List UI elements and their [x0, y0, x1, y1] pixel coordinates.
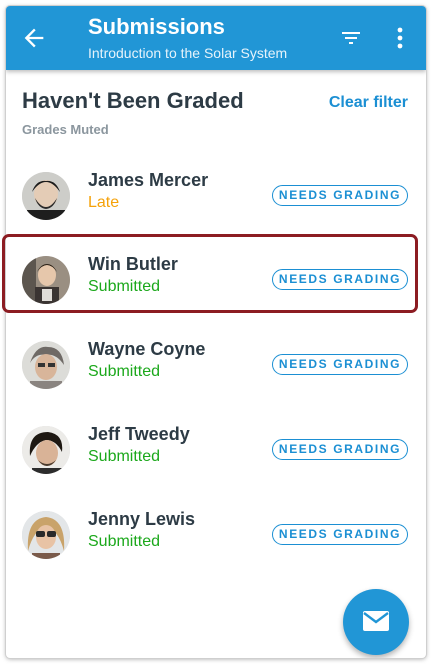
grades-muted-label: Grades Muted [22, 122, 109, 137]
student-name: Win Butler [88, 254, 178, 274]
more-options-button[interactable] [388, 24, 412, 52]
student-name: Jeff Tweedy [88, 424, 190, 444]
more-vertical-icon [397, 27, 403, 49]
compose-message-button[interactable] [343, 589, 409, 655]
course-subtitle: Introduction to the Solar System [88, 45, 288, 61]
clear-filter-link[interactable]: Clear filter [329, 94, 408, 112]
needs-grading-badge: NEEDS GRADING [272, 354, 408, 375]
avatar [22, 426, 70, 474]
section-title: Haven't Been Graded [22, 88, 244, 113]
avatar [22, 172, 70, 220]
submission-row[interactable]: Jenny Lewis Submitted NEEDS GRADING [6, 499, 426, 569]
avatar [22, 256, 70, 304]
submission-status: Submitted [88, 448, 161, 465]
submission-row[interactable]: Wayne Coyne Submitted NEEDS GRADING [6, 329, 426, 399]
filter-button[interactable] [338, 26, 364, 50]
section-header: Haven't Been Graded Grades Muted [22, 88, 244, 137]
avatar [22, 341, 70, 389]
mail-icon [363, 611, 389, 631]
app-bar-titles: Submissions Introduction to the Solar Sy… [88, 14, 287, 63]
needs-grading-badge: NEEDS GRADING [272, 439, 408, 460]
needs-grading-badge: NEEDS GRADING [272, 185, 408, 206]
submission-row[interactable]: Win Butler Submitted NEEDS GRADING [6, 244, 426, 314]
app-bar: Submissions Introduction to the Solar Sy… [6, 6, 426, 70]
submission-status: Submitted [88, 363, 161, 380]
needs-grading-badge: NEEDS GRADING [272, 269, 408, 290]
student-name: Wayne Coyne [88, 339, 206, 359]
submission-status: Submitted [88, 533, 161, 550]
student-name: James Mercer [88, 170, 209, 190]
submission-row[interactable]: James Mercer Late NEEDS GRADING [6, 160, 426, 230]
student-name: Jenny Lewis [88, 509, 196, 529]
submission-row[interactable]: Jeff Tweedy Submitted NEEDS GRADING [6, 414, 426, 484]
app-window: Submissions Introduction to the Solar Sy… [6, 6, 426, 658]
avatar [22, 511, 70, 559]
filter-icon [342, 32, 360, 44]
submission-status: Submitted [88, 278, 161, 295]
submission-status: Late [88, 194, 120, 211]
page-title: Submissions [88, 14, 225, 39]
back-button[interactable] [20, 24, 48, 52]
needs-grading-badge: NEEDS GRADING [272, 524, 408, 545]
arrow-left-icon [24, 28, 44, 48]
